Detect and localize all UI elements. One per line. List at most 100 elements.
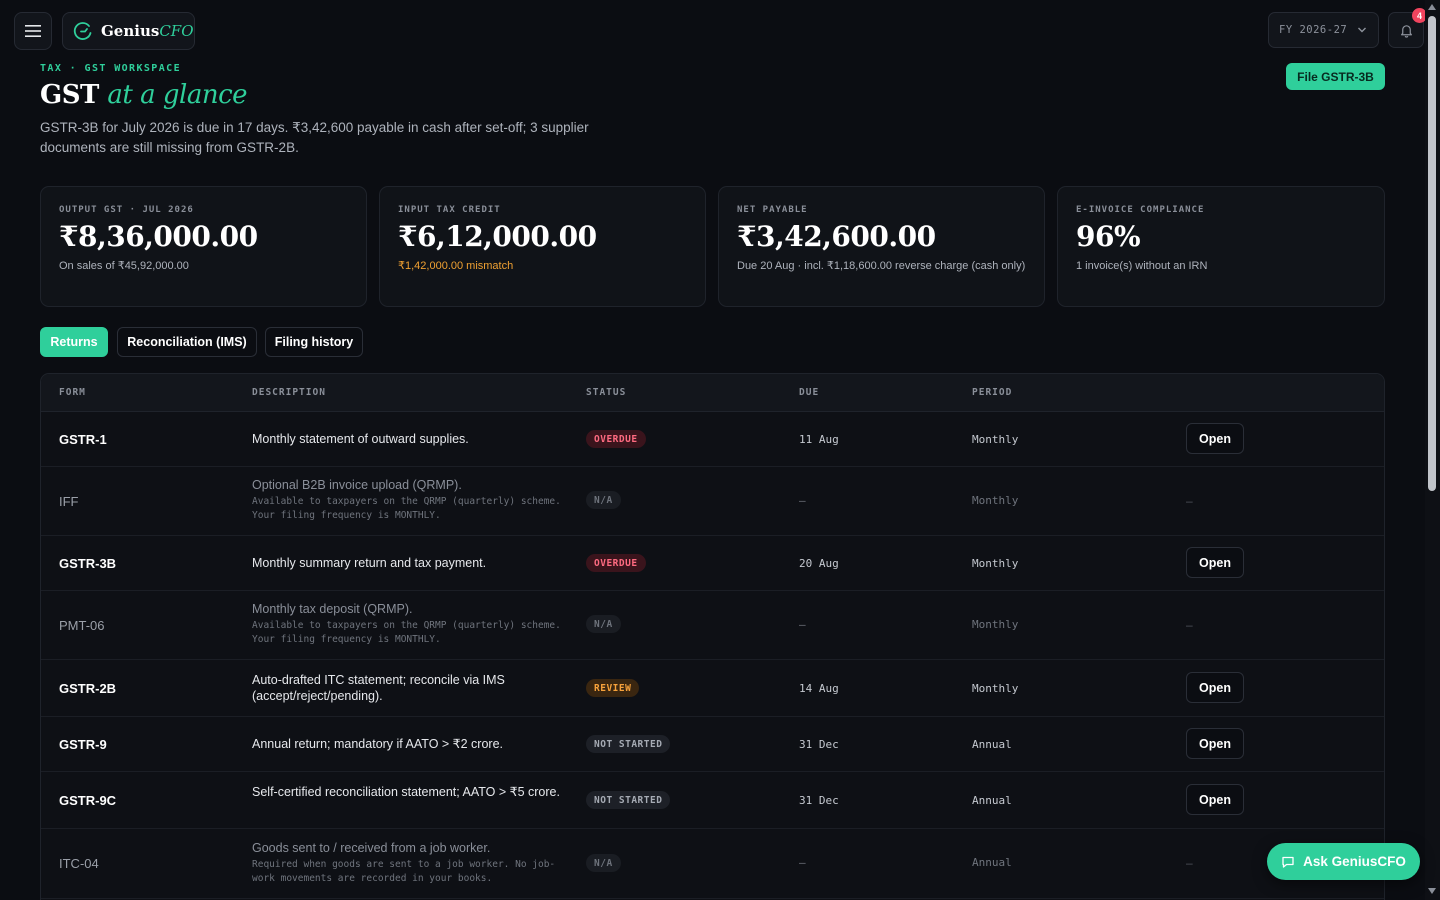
column-header-form: FORM — [59, 387, 86, 398]
kpi-value: 96% — [1076, 220, 1141, 253]
kpi-note: On sales of ₹45,92,000.00 — [59, 260, 189, 272]
kpi-label: INPUT TAX CREDIT — [398, 205, 501, 215]
table-row: GSTR-9 Annual return; mandatory if AATO … — [41, 717, 1384, 772]
open-button[interactable]: Open — [1186, 728, 1244, 759]
status-badge: N/A — [586, 615, 621, 633]
no-action: – — [1186, 856, 1193, 870]
column-header-due: DUE — [799, 387, 820, 398]
due-date: — — [799, 856, 806, 869]
form-description: Monthly statement of outward supplies. — [252, 432, 469, 446]
scroll-up-arrow[interactable] — [1428, 4, 1436, 10]
status-badge: OVERDUE — [586, 554, 646, 572]
table-row: PMT-06 Monthly tax deposit (QRMP). Avail… — [41, 591, 1384, 660]
fiscal-year-select[interactable]: FY 2026-27 — [1268, 12, 1379, 48]
due-date: 31 Dec — [799, 794, 839, 807]
form-code: GSTR-9 — [59, 737, 107, 752]
kpi-note: 1 invoice(s) without an IRN — [1076, 260, 1208, 272]
fiscal-year-value: FY 2026-27 — [1279, 24, 1348, 36]
form-description-note: Available to taxpayers on the QRMP (quar… — [252, 496, 561, 521]
scrollbar-thumb[interactable] — [1428, 16, 1436, 491]
open-button[interactable]: Open — [1186, 423, 1244, 454]
table-row: GSTR-2B Auto-drafted ITC statement; reco… — [41, 660, 1384, 717]
brand-logo[interactable]: GeniusCFO — [62, 12, 195, 50]
filing-period: Monthly — [972, 494, 1019, 507]
page-title: GST at a glance — [40, 80, 248, 110]
filing-period: Monthly — [972, 557, 1019, 570]
kpi-card-input-tax-credit: INPUT TAX CREDIT ₹6,12,000.00 ₹1,42,000.… — [379, 186, 706, 307]
form-description: Auto-drafted ITC statement; reconcile vi… — [252, 673, 505, 703]
logo-mark-icon — [73, 22, 92, 40]
chat-icon — [1282, 856, 1294, 868]
due-date: 11 Aug — [799, 433, 839, 446]
column-header-description: DESCRIPTION — [252, 387, 326, 398]
status-badge: REVIEW — [586, 679, 640, 697]
section-eyebrow: TAX · GST WORKSPACE — [40, 63, 181, 74]
scroll-down-arrow[interactable] — [1428, 888, 1436, 894]
column-header-status: STATUS — [586, 387, 627, 398]
hamburger-icon — [25, 25, 41, 37]
tab-reconciliation[interactable]: Reconciliation (IMS) — [117, 327, 257, 357]
table-row: IFF Optional B2B invoice upload (QRMP). … — [41, 467, 1384, 536]
returns-table: FORM DESCRIPTION STATUS DUE PERIOD GSTR-… — [40, 373, 1385, 900]
form-description: Annual return; mandatory if AATO > ₹2 cr… — [252, 737, 504, 751]
kpi-label: NET PAYABLE — [737, 205, 808, 215]
open-button[interactable]: Open — [1186, 784, 1244, 815]
due-date: — — [799, 494, 806, 507]
kpi-card-net-payable: NET PAYABLE ₹3,42,600.00 Due 20 Aug · in… — [718, 186, 1045, 307]
filing-period: Monthly — [972, 682, 1019, 695]
kpi-note-mismatch: ₹1,42,000.00 mismatch — [398, 260, 514, 272]
kpi-value: ₹8,36,000.00 — [59, 220, 258, 253]
chevron-down-icon — [1358, 27, 1367, 33]
form-description-block: Optional B2B invoice upload (QRMP). Avai… — [252, 477, 562, 522]
form-code: IFF — [59, 494, 79, 509]
table-header: FORM DESCRIPTION STATUS DUE PERIOD — [41, 374, 1384, 412]
kpi-card-output-gst: OUTPUT GST · JUL 2026 ₹8,36,000.00 On sa… — [40, 186, 367, 307]
open-button[interactable]: Open — [1186, 672, 1244, 703]
form-code: GSTR-9C — [59, 793, 117, 808]
form-code: GSTR-3B — [59, 556, 117, 571]
form-description: Goods sent to / received from a job work… — [252, 841, 491, 855]
filing-period: Annual — [972, 738, 1012, 751]
form-description: Monthly tax deposit (QRMP). — [252, 602, 413, 616]
form-code: GSTR-1 — [59, 432, 107, 447]
form-description-note: Required when goods are sent to a job wo… — [252, 859, 556, 884]
status-badge: NOT STARTED — [586, 735, 671, 753]
menu-button[interactable] — [14, 12, 52, 50]
form-description: Monthly summary return and tax payment. — [252, 556, 487, 570]
column-header-period: PERIOD — [972, 387, 1013, 398]
no-action: – — [1186, 618, 1193, 632]
open-button[interactable]: Open — [1186, 547, 1244, 578]
kpi-label: E-INVOICE COMPLIANCE — [1076, 205, 1205, 215]
form-code: PMT-06 — [59, 618, 105, 633]
filing-period: Annual — [972, 794, 1012, 807]
kpi-note: Due 20 Aug · incl. ₹1,18,600.00 reverse … — [737, 260, 1026, 272]
table-row: GSTR-3B Monthly summary return and tax p… — [41, 536, 1384, 591]
form-description-block: Monthly tax deposit (QRMP). Available to… — [252, 601, 562, 646]
status-badge: OVERDUE — [586, 430, 646, 448]
bell-icon — [1400, 24, 1412, 38]
due-date: 14 Aug — [799, 682, 839, 695]
file-gstr-3b-button[interactable]: File GSTR-3B — [1286, 63, 1385, 90]
tab-returns[interactable]: Returns — [40, 327, 108, 357]
no-action: – — [1186, 494, 1193, 508]
filing-period: Monthly — [972, 618, 1019, 631]
kpi-label: OUTPUT GST · JUL 2026 — [59, 205, 194, 215]
filing-period: Monthly — [972, 433, 1019, 446]
status-badge: NOT STARTED — [586, 791, 671, 809]
ask-assistant-label: Ask GeniusCFO — [1303, 854, 1406, 869]
due-date: — — [799, 618, 806, 631]
kpi-card-e-invoice-compliance: E-INVOICE COMPLIANCE 96% 1 invoice(s) wi… — [1057, 186, 1385, 307]
status-badge: N/A — [586, 854, 621, 872]
form-description: Self-certified reconciliation statement;… — [252, 785, 560, 799]
filing-period: Annual — [972, 856, 1012, 869]
due-date: 31 Dec — [799, 738, 839, 751]
ask-assistant-button[interactable]: Ask GeniusCFO — [1267, 843, 1420, 880]
table-row: GSTR-1 Monthly statement of outward supp… — [41, 412, 1384, 467]
form-code: GSTR-2B — [59, 681, 117, 696]
table-row: GSTR-9C Self-certified reconciliation st… — [41, 772, 1384, 829]
page-summary: GSTR-3B for July 2026 is due in 17 days.… — [40, 120, 589, 155]
table-row: ITC-04 Goods sent to / received from a j… — [41, 829, 1384, 899]
status-badge: N/A — [586, 491, 621, 509]
tab-filing-history[interactable]: Filing history — [265, 327, 363, 357]
due-date: 20 Aug — [799, 557, 839, 570]
